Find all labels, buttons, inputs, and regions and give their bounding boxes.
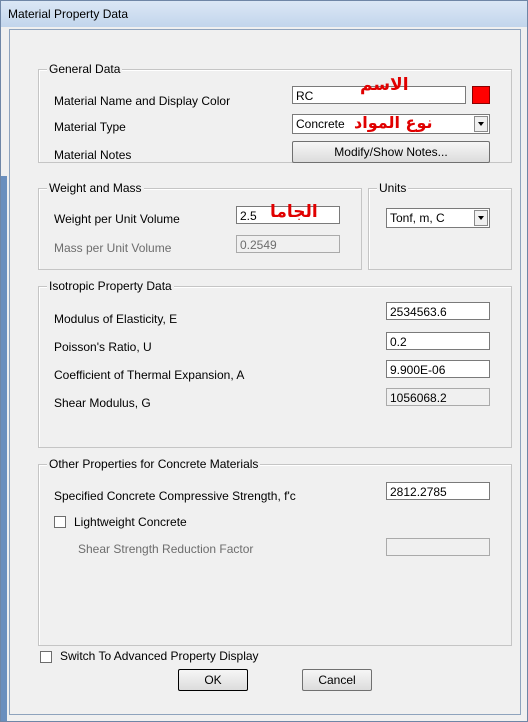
dialog-body: General Data Material Name and Display C… <box>9 29 521 715</box>
lightweight-concrete-checkbox[interactable] <box>54 516 66 528</box>
poisson-ratio-label: Poisson's Ratio, U <box>54 340 152 354</box>
advanced-display-checkbox[interactable] <box>40 651 52 663</box>
ok-button[interactable]: OK <box>178 669 248 691</box>
arabic-annotation-weight: الجاما <box>270 202 318 222</box>
shear-modulus-input: 1056068.2 <box>386 388 490 406</box>
mass-label: Mass per Unit Volume <box>54 241 172 255</box>
weight-mass-group: Weight and Mass <box>38 181 362 270</box>
units-select[interactable]: Tonf, m, C <box>386 208 490 228</box>
title-bar: Material Property Data <box>1 1 527 27</box>
weight-mass-legend: Weight and Mass <box>47 181 144 195</box>
material-type-value: Concrete <box>296 117 345 131</box>
units-legend: Units <box>377 181 409 195</box>
arabic-annotation-type: نوع المواد <box>354 113 433 132</box>
chevron-down-icon[interactable] <box>474 210 488 226</box>
material-name-label: Material Name and Display Color <box>54 94 231 108</box>
lightweight-concrete-label: Lightweight Concrete <box>74 515 187 529</box>
poisson-ratio-input[interactable]: 0.2 <box>386 332 490 350</box>
weight-label: Weight per Unit Volume <box>54 212 180 226</box>
isotropic-legend: Isotropic Property Data <box>47 279 174 293</box>
mass-input: 0.2549 <box>236 235 340 253</box>
arabic-annotation-name: الاسم <box>360 75 409 95</box>
compressive-strength-label: Specified Concrete Compressive Strength,… <box>54 489 296 503</box>
material-notes-label: Material Notes <box>54 148 132 162</box>
modulus-elasticity-input[interactable]: 2534563.6 <box>386 302 490 320</box>
window-left-edge <box>1 176 7 721</box>
thermal-expansion-input[interactable]: 9.900E-06 <box>386 360 490 378</box>
material-type-label: Material Type <box>54 120 126 134</box>
shear-reduction-label: Shear Strength Reduction Factor <box>78 542 254 556</box>
modulus-elasticity-label: Modulus of Elasticity, E <box>54 312 178 326</box>
cancel-button[interactable]: Cancel <box>302 669 372 691</box>
concrete-legend: Other Properties for Concrete Materials <box>47 457 261 471</box>
shear-reduction-input <box>386 538 490 556</box>
units-group: Units <box>368 181 512 270</box>
units-value: Tonf, m, C <box>390 211 445 225</box>
modify-notes-button[interactable]: Modify/Show Notes... <box>292 141 490 163</box>
thermal-expansion-label: Coefficient of Thermal Expansion, A <box>54 368 245 382</box>
general-data-legend: General Data <box>47 62 123 76</box>
chevron-down-icon[interactable] <box>474 116 488 132</box>
shear-modulus-label: Shear Modulus, G <box>54 396 151 410</box>
material-property-dialog: Material Property Data General Data Mate… <box>0 0 528 722</box>
advanced-display-label: Switch To Advanced Property Display <box>60 649 259 663</box>
compressive-strength-input[interactable]: 2812.2785 <box>386 482 490 500</box>
display-color-swatch[interactable] <box>472 86 490 104</box>
window-title: Material Property Data <box>8 7 129 21</box>
